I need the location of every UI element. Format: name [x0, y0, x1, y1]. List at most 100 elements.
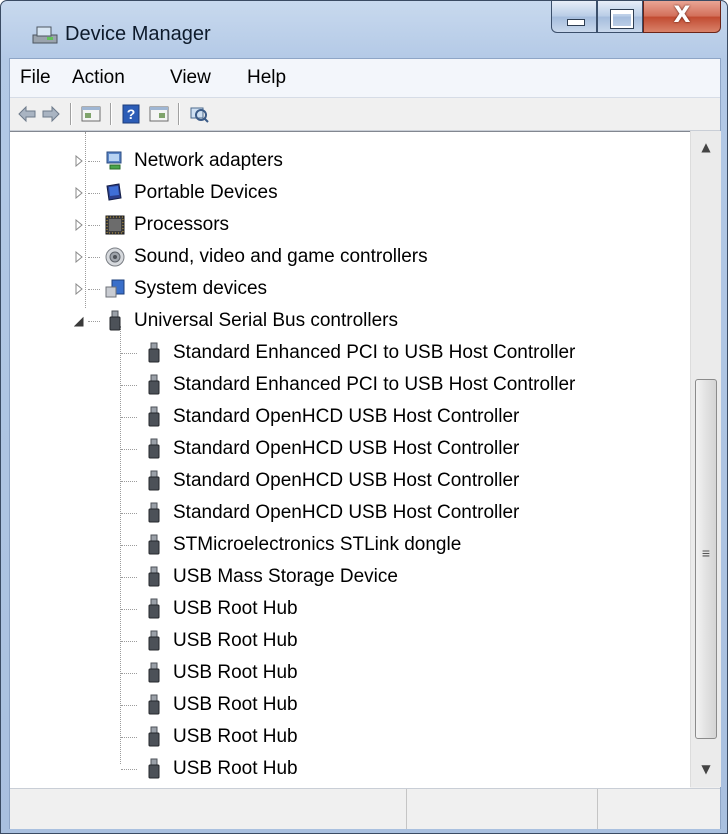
usb-plug-icon [148, 662, 160, 683]
tree-node-label: Processors [134, 214, 230, 235]
close-icon: X [673, 3, 691, 28]
tree-line [121, 417, 137, 419]
back-arrow-icon[interactable] [16, 103, 38, 125]
expand-arrow-icon[interactable] [74, 219, 84, 231]
tree-node-label: USB Mass Storage Device [173, 566, 398, 587]
tree-line [121, 673, 137, 675]
status-bar [10, 788, 720, 829]
tree-node-processors[interactable]: Processors [74, 210, 229, 240]
status-panel [407, 789, 598, 829]
toolbar-separator [110, 103, 112, 125]
toolbar-separator [70, 103, 72, 125]
tree-line [88, 289, 100, 291]
tree-line [121, 545, 137, 547]
tree-node-label: Network adapters [134, 150, 283, 171]
usb-plug-icon [148, 534, 160, 555]
minimize-icon [567, 19, 585, 26]
scroll-up-button[interactable]: ▲ [691, 133, 721, 161]
scroll-thumb[interactable]: ≡ [695, 379, 717, 739]
vertical-scrollbar[interactable]: ▲ ≡ ▼ [690, 131, 721, 787]
usb-plug-icon [148, 726, 160, 747]
usb-plug-icon [148, 470, 160, 491]
usb-plug-icon [148, 566, 160, 587]
tree-line [88, 161, 100, 163]
collapse-arrow-icon[interactable] [74, 315, 84, 327]
window-title: Device Manager [65, 23, 211, 45]
tree-node-usb-device[interactable]: USB Root Hub [121, 658, 298, 688]
system-device-icon [105, 279, 125, 298]
scan-hardware-icon[interactable] [188, 103, 210, 125]
tree-node-usb-device[interactable]: Standard Enhanced PCI to USB Host Contro… [121, 338, 575, 368]
tree-node-usb-device[interactable]: USB Mass Storage Device [121, 562, 398, 592]
tree-line [121, 513, 137, 515]
forward-arrow-icon[interactable] [40, 103, 62, 125]
tree-line [88, 225, 100, 227]
processor-icon [105, 215, 125, 235]
tree-node-usb-device[interactable]: USB Root Hub [121, 690, 298, 720]
tree-node-label: STMicroelectronics STLink dongle [173, 534, 462, 555]
client-area: File Action View Help ? Network adapters… [9, 58, 721, 829]
menu-view[interactable]: View [170, 67, 211, 89]
tree-line [121, 641, 137, 643]
tree-node-usb-device[interactable]: STMicroelectronics STLink dongle [121, 530, 461, 560]
tree-node-usb-device[interactable]: Standard Enhanced PCI to USB Host Contro… [121, 370, 575, 400]
status-panel [10, 789, 407, 829]
usb-plug-icon [148, 342, 160, 363]
tree-node-system-devices[interactable]: System devices [74, 274, 267, 304]
help-icon[interactable]: ? [120, 103, 142, 125]
menu-help[interactable]: Help [247, 67, 286, 89]
tree-node-network-adapters[interactable]: Network adapters [74, 146, 283, 176]
toolbar: ? [10, 98, 720, 131]
network-adapter-icon [106, 151, 122, 170]
usb-plug-icon [148, 406, 160, 427]
usb-plug-icon [148, 758, 160, 779]
menu-action[interactable]: Action [72, 67, 125, 89]
expand-arrow-icon[interactable] [74, 187, 84, 199]
tree-node-label: System devices [134, 278, 268, 299]
properties-panel-icon[interactable] [80, 103, 102, 125]
tree-node-label: USB Root Hub [173, 598, 298, 619]
tree-node-usb-device[interactable]: Standard OpenHCD USB Host Controller [121, 402, 519, 432]
tree-node-label: Portable Devices [134, 182, 278, 203]
device-tree[interactable]: Network adapters Portable Devices Proces… [10, 131, 690, 788]
device-manager-app-icon [32, 26, 58, 44]
usb-plug-icon [148, 694, 160, 715]
title-bar[interactable]: Device Manager X [1, 1, 727, 59]
tree-line [121, 737, 137, 739]
tree-line [121, 385, 137, 387]
scroll-down-button[interactable]: ▼ [691, 755, 721, 783]
tree-node-usb-device[interactable]: Standard OpenHCD USB Host Controller [121, 434, 519, 464]
tree-node-label: Universal Serial Bus controllers [134, 310, 398, 331]
tree-node-usb-device[interactable]: USB Root Hub [121, 594, 298, 624]
tree-node-label: Standard OpenHCD USB Host Controller [173, 470, 520, 491]
console-tree-icon[interactable] [148, 103, 170, 125]
tree-node-label: USB Root Hub [173, 758, 298, 779]
tree-node-sound-video-game[interactable]: Sound, video and game controllers [74, 242, 428, 272]
usb-plug-icon [148, 598, 160, 619]
portable-device-icon [106, 183, 122, 201]
minimize-button[interactable] [551, 1, 597, 33]
tree-node-usb-controllers[interactable]: Universal Serial Bus controllers [74, 306, 398, 336]
tree-node-usb-device[interactable]: Standard OpenHCD USB Host Controller [121, 466, 519, 496]
tree-node-label: Standard Enhanced PCI to USB Host Contro… [173, 342, 576, 363]
expand-arrow-icon[interactable] [74, 155, 84, 167]
tree-line [121, 769, 137, 771]
toolbar-separator [178, 103, 180, 125]
tree-node-usb-device[interactable]: USB Root Hub [121, 722, 298, 752]
usb-plug-icon [148, 438, 160, 459]
menu-file[interactable]: File [20, 67, 51, 89]
expand-arrow-icon[interactable] [74, 251, 84, 263]
tree-line [121, 609, 137, 611]
usb-plug-icon [148, 374, 160, 395]
tree-line [88, 257, 100, 259]
maximize-button[interactable] [597, 1, 643, 33]
tree-node-label: USB Root Hub [173, 694, 298, 715]
tree-node-usb-device[interactable]: Standard OpenHCD USB Host Controller [121, 498, 519, 528]
tree-node-portable-devices[interactable]: Portable Devices [74, 178, 278, 208]
tree-node-usb-device[interactable]: USB Root Hub [121, 754, 298, 784]
tree-node-usb-device[interactable]: USB Root Hub [121, 626, 298, 656]
expand-arrow-icon[interactable] [74, 283, 84, 295]
tree-line [88, 321, 100, 323]
usb-plug-icon [148, 502, 160, 523]
close-button[interactable]: X [643, 1, 721, 33]
